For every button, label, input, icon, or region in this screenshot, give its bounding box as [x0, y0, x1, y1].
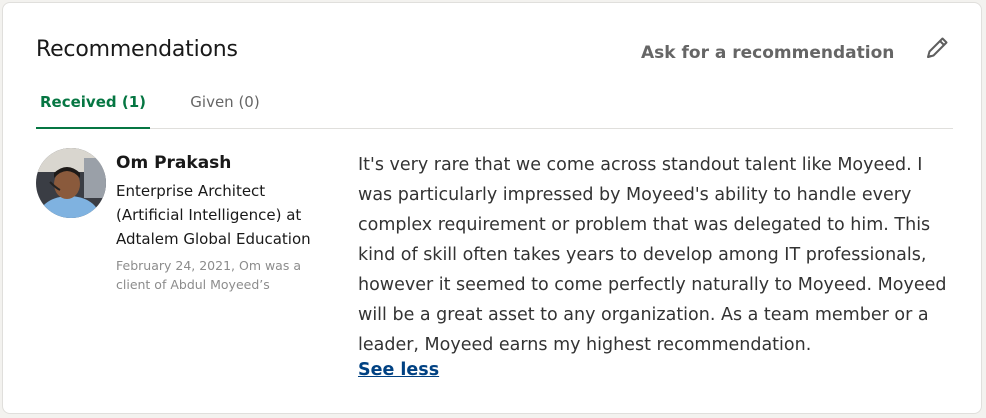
recommender-headline: Enterprise Architect (Artificial Intelli… [116, 182, 311, 248]
ask-for-recommendation-link[interactable]: Ask for a recommendation [641, 43, 894, 63]
tab-received[interactable]: Received (1) [36, 93, 150, 129]
see-less-link[interactable]: See less [358, 360, 439, 380]
pencil-icon[interactable] [923, 34, 951, 62]
recommendations-card: Recommendations Ask for a recommendation… [2, 2, 982, 414]
section-title: Recommendations [36, 37, 238, 62]
recommendation-tabs: Received (1) Given (0) [36, 87, 953, 129]
tab-given[interactable]: Given (0) [180, 93, 270, 111]
pencil-icon-graphic [927, 37, 948, 58]
avatar[interactable] [36, 148, 106, 218]
recommendation-meta: February 24, 2021, Om was a client of Ab… [116, 258, 301, 292]
avatar-photo [36, 148, 106, 218]
recommender-name[interactable]: Om Prakash [116, 153, 231, 173]
recommendation-text: It's very rare that we come across stand… [358, 155, 947, 355]
